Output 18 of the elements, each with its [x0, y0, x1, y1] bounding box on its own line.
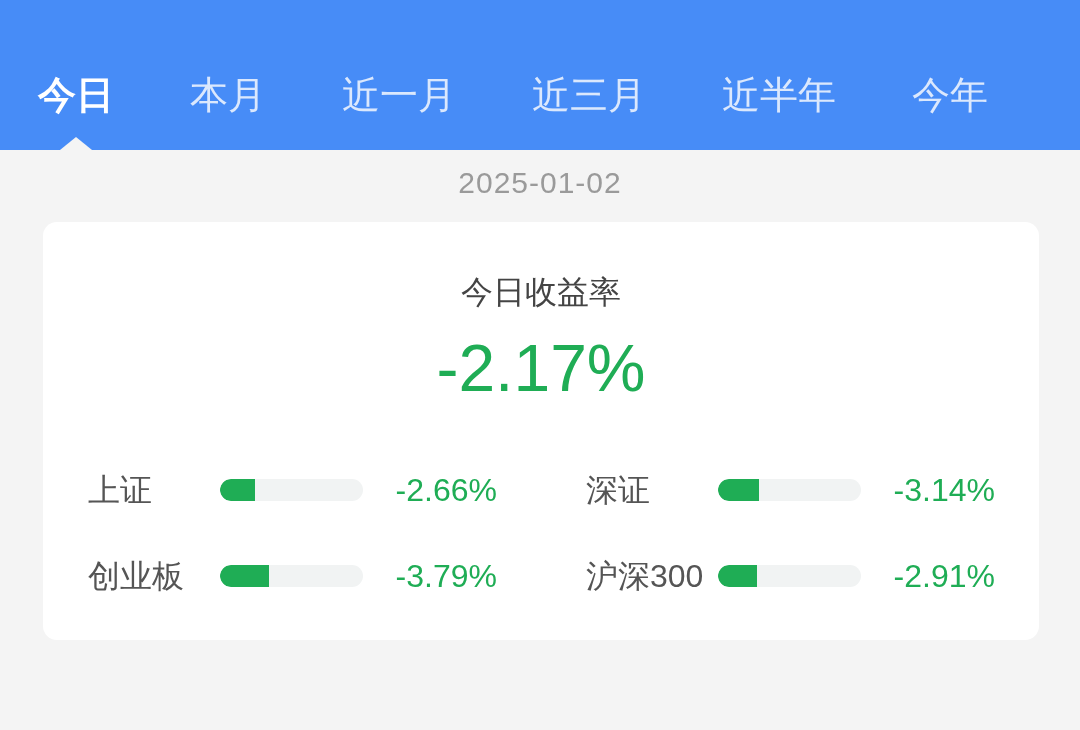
- index-change: -3.79%: [394, 557, 497, 596]
- index-change: -2.91%: [892, 557, 995, 596]
- period-tab[interactable]: 近三月: [494, 40, 684, 150]
- selected-pointer-icon: [60, 137, 92, 150]
- index-name: 上证: [88, 471, 153, 510]
- period-tab[interactable]: 本月: [152, 40, 304, 150]
- period-tab[interactable]: 今年: [874, 40, 1026, 150]
- index-name: 深证: [586, 471, 651, 510]
- index-change: -2.66%: [394, 471, 497, 510]
- period-tab[interactable]: 近半年: [684, 40, 874, 150]
- index-change: -3.14%: [892, 471, 995, 510]
- period-tab[interactable]: 今日: [0, 40, 152, 150]
- returns-value: -2.17%: [436, 330, 646, 406]
- index-name: 沪深300: [586, 557, 705, 596]
- period-tab[interactable]: 近一月: [304, 40, 494, 150]
- returns-title: 今日收益率: [461, 273, 621, 312]
- date-label: 2025-01-02: [458, 166, 622, 200]
- index-name: 创业板: [88, 557, 185, 596]
